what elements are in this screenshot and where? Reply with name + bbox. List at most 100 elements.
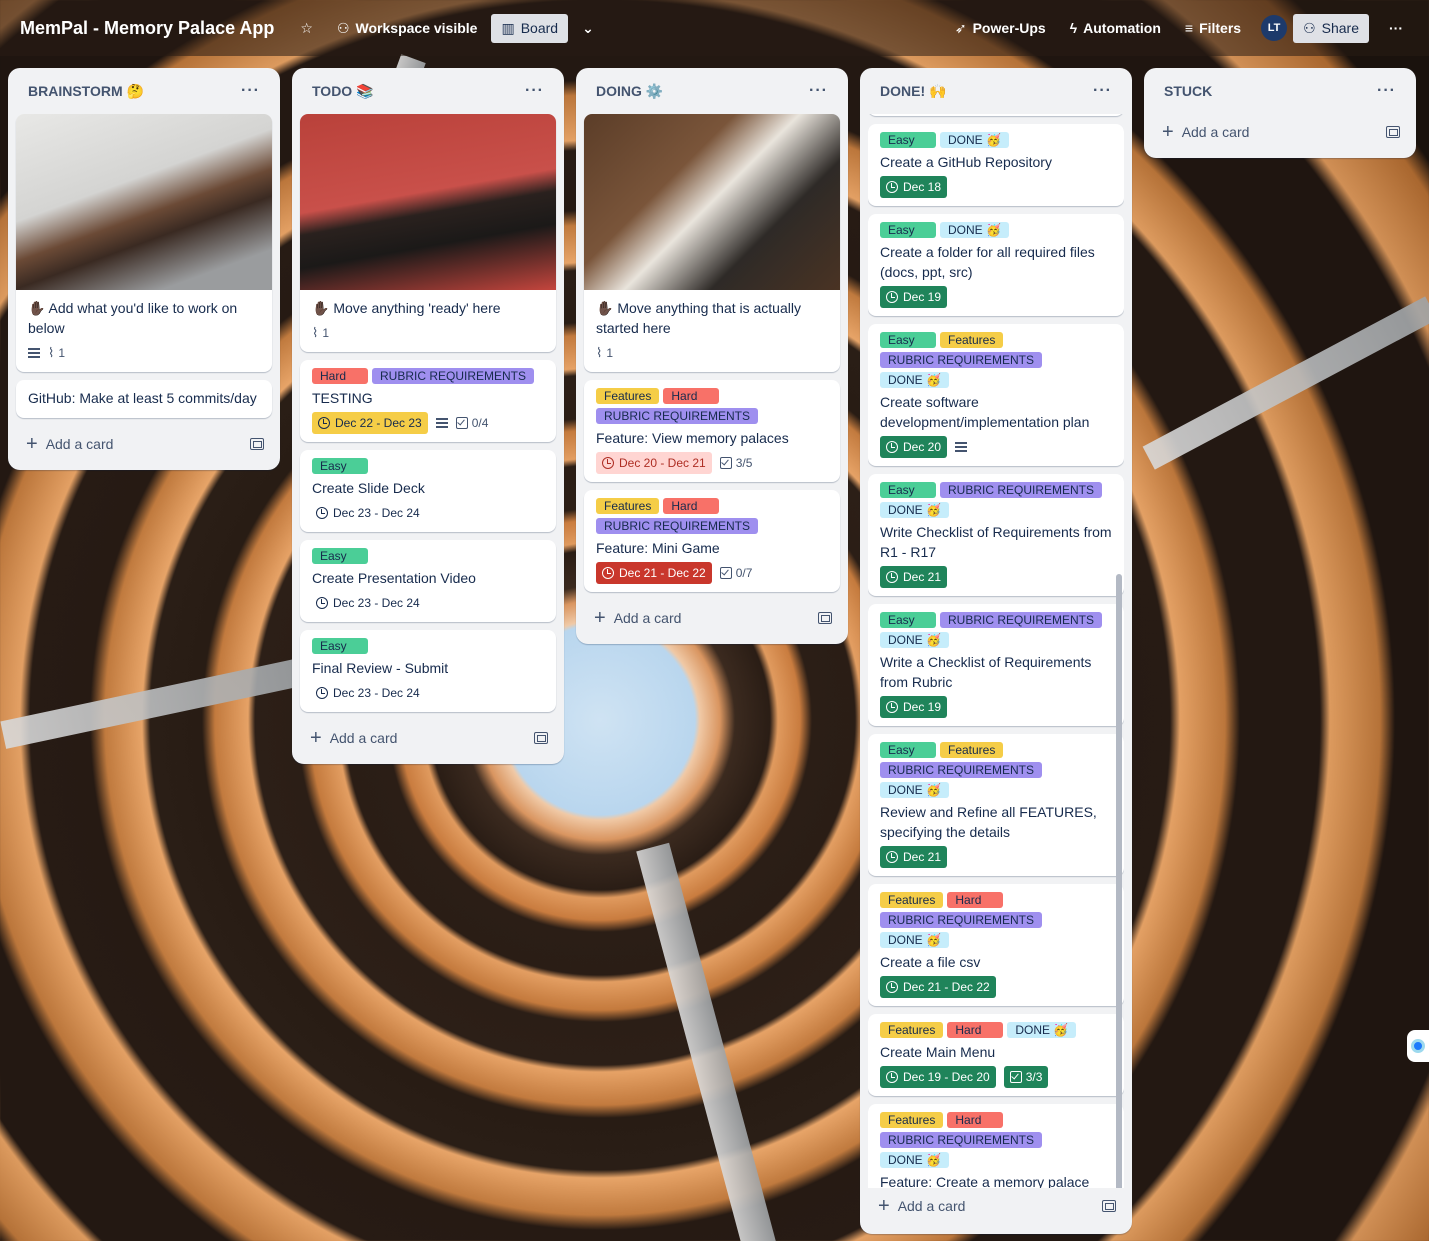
card-label[interactable]: RUBRIC REQUIREMENTS [940, 612, 1103, 628]
card-label[interactable]: Easy [312, 638, 368, 654]
due-date-badge[interactable]: Dec 23 - Dec 24 [312, 682, 424, 704]
list-title[interactable]: TODO 📚 [312, 83, 374, 100]
board-menu-button[interactable]: ··· [1379, 14, 1413, 42]
card[interactable]: Easy Features RUBRIC REQUIREMENTS DONE 🥳 Rev… [868, 734, 1124, 876]
list-menu-button[interactable]: ··· [525, 82, 544, 100]
list-menu-button[interactable]: ··· [809, 82, 828, 100]
list-scrollbar[interactable] [1116, 574, 1122, 1188]
card-label[interactable]: Hard [947, 1022, 1004, 1038]
list-title[interactable]: DOING ⚙️ [596, 83, 663, 100]
list-title[interactable]: STUCK [1164, 83, 1212, 99]
visibility-button[interactable]: ⚇ Workspace visible [327, 14, 487, 43]
card[interactable]: Easy Features RUBRIC REQUIREMENTS DONE 🥳 Cre… [868, 324, 1124, 466]
template-icon[interactable] [1386, 126, 1400, 138]
card[interactable]: Easy Create Presentation Video Dec 23 - De… [300, 540, 556, 622]
card[interactable]: ✋🏿 Move anything that is actually starte… [584, 114, 840, 372]
due-date-badge[interactable]: Dec 23 - Dec 24 [312, 592, 424, 614]
card-label[interactable]: Hard [663, 498, 720, 514]
card-label[interactable]: DONE 🥳 [940, 222, 1009, 238]
view-switcher-button[interactable]: ⌄ [572, 14, 604, 43]
card-label[interactable]: RUBRIC REQUIREMENTS [880, 912, 1043, 928]
card-label[interactable]: DONE 🥳 [880, 372, 949, 388]
card-label[interactable]: DONE 🥳 [880, 632, 949, 648]
card[interactable]: ✋🏿 Move anything 'ready' here ⌇ 1 [300, 114, 556, 352]
list-title[interactable]: BRAINSTORM 🤔 [28, 83, 144, 100]
filters-button[interactable]: ≡ Filters [1175, 14, 1251, 42]
list-menu-button[interactable]: ··· [1377, 82, 1396, 100]
automation-button[interactable]: ϟ Automation [1060, 14, 1171, 42]
template-icon[interactable] [250, 438, 264, 450]
card-label[interactable]: Hard [947, 1112, 1004, 1128]
card-label[interactable]: RUBRIC REQUIREMENTS [880, 762, 1043, 778]
add-card-button[interactable]: + Add a card [300, 720, 556, 756]
share-button[interactable]: ⚇ Share [1293, 13, 1369, 43]
card[interactable]: Features Hard RUBRIC REQUIREMENTS Feature: … [584, 490, 840, 592]
card-label[interactable]: Features [880, 892, 944, 908]
card[interactable]: ✋🏿 Add what you'd like to work on below ⌇… [16, 114, 272, 372]
card[interactable]: Easy DONE 🥳 Create a folder for all requir… [868, 214, 1124, 316]
list-menu-button[interactable]: ··· [1093, 82, 1112, 100]
add-card-button[interactable]: + Add a card [584, 600, 840, 636]
card[interactable]: Easy RUBRIC REQUIREMENTS DONE 🥳 Write a Che… [868, 604, 1124, 726]
due-date-badge[interactable]: Dec 19 [880, 286, 948, 308]
card-label[interactable]: RUBRIC REQUIREMENTS [880, 1132, 1043, 1148]
list-title[interactable]: DONE! 🙌 [880, 83, 946, 100]
card-label[interactable]: Easy [880, 222, 936, 238]
due-date-badge[interactable]: Dec 19 [880, 696, 948, 718]
card[interactable]: GitHub: Make at least 5 commits/day [16, 380, 272, 418]
due-date-badge[interactable]: Dec 20 [880, 436, 948, 458]
due-date-badge[interactable]: Dec 21 [880, 566, 948, 588]
card-label[interactable]: Hard [947, 892, 1004, 908]
card-label[interactable]: Easy [880, 132, 936, 148]
card-label[interactable]: DONE 🥳 [880, 1152, 949, 1168]
card-partial[interactable]: Dec 18 - Dec 19 [868, 114, 1124, 116]
due-date-badge[interactable]: Dec 19 - Dec 20 [880, 1066, 996, 1088]
card-label[interactable]: Features [940, 742, 1004, 758]
card-label[interactable]: RUBRIC REQUIREMENTS [596, 408, 759, 424]
card-label[interactable]: Hard [663, 388, 720, 404]
card-label[interactable]: Easy [880, 332, 936, 348]
star-button[interactable]: ☆ [290, 14, 323, 43]
due-date-badge[interactable]: Dec 23 - Dec 24 [312, 502, 424, 524]
card-label[interactable]: Hard [312, 368, 368, 384]
due-date-badge[interactable]: Dec 22 - Dec 23 [312, 412, 428, 434]
board-view-button[interactable]: ▥ Board [491, 13, 569, 43]
card-label[interactable]: DONE 🥳 [880, 502, 949, 518]
due-date-badge[interactable]: Dec 18 [880, 176, 948, 198]
due-date-badge[interactable]: Dec 20 - Dec 21 [596, 452, 712, 474]
due-date-badge[interactable]: Dec 21 [880, 846, 948, 868]
card-label[interactable]: Features [596, 498, 660, 514]
card-label[interactable]: RUBRIC REQUIREMENTS [596, 518, 759, 534]
template-icon[interactable] [1102, 1200, 1116, 1212]
template-icon[interactable] [818, 612, 832, 624]
card-label[interactable]: DONE 🥳 [880, 782, 949, 798]
card-label[interactable]: Easy [312, 458, 368, 474]
board-title[interactable]: MemPal - Memory Palace App [20, 18, 274, 39]
powerups-button[interactable]: ➶ Power-Ups [945, 14, 1056, 43]
card-label[interactable]: Features [880, 1112, 944, 1128]
card[interactable]: Hard RUBRIC REQUIREMENTS TESTING Dec 22 - D… [300, 360, 556, 442]
avatar[interactable]: LT [1261, 15, 1288, 41]
card[interactable]: Features Hard RUBRIC REQUIREMENTS DONE 🥳 Cre… [868, 884, 1124, 1006]
card-label[interactable]: Easy [880, 742, 936, 758]
card-label[interactable]: RUBRIC REQUIREMENTS [940, 482, 1103, 498]
add-card-button[interactable]: + Add a card [1152, 114, 1408, 150]
card-label[interactable]: DONE 🥳 [940, 132, 1009, 148]
card[interactable]: Easy Create Slide Deck Dec 23 - Dec 24 [300, 450, 556, 532]
card[interactable]: Easy DONE 🥳 Create a GitHub Repository Dec … [868, 124, 1124, 206]
card[interactable]: Features Hard RUBRIC REQUIREMENTS DONE 🥳 Fea… [868, 1104, 1124, 1188]
card[interactable]: Features Hard DONE 🥳 Create Main Menu Dec 19… [868, 1014, 1124, 1096]
side-widget[interactable] [1407, 1030, 1429, 1062]
due-date-badge[interactable]: Dec 21 - Dec 22 [596, 562, 712, 584]
card-label[interactable]: DONE 🥳 [880, 932, 949, 948]
card[interactable]: Features Hard RUBRIC REQUIREMENTS Feature: … [584, 380, 840, 482]
card-label[interactable]: RUBRIC REQUIREMENTS [372, 368, 535, 384]
card-label[interactable]: Features [940, 332, 1004, 348]
template-icon[interactable] [534, 732, 548, 744]
card-label[interactable]: Easy [880, 482, 936, 498]
card-label[interactable]: RUBRIC REQUIREMENTS [880, 352, 1043, 368]
card-label[interactable]: Features [596, 388, 660, 404]
card[interactable]: Easy Final Review - Submit Dec 23 - Dec 24 [300, 630, 556, 712]
card[interactable]: Easy RUBRIC REQUIREMENTS DONE 🥳 Write Check… [868, 474, 1124, 596]
card-label[interactable]: DONE 🥳 [1007, 1022, 1077, 1038]
